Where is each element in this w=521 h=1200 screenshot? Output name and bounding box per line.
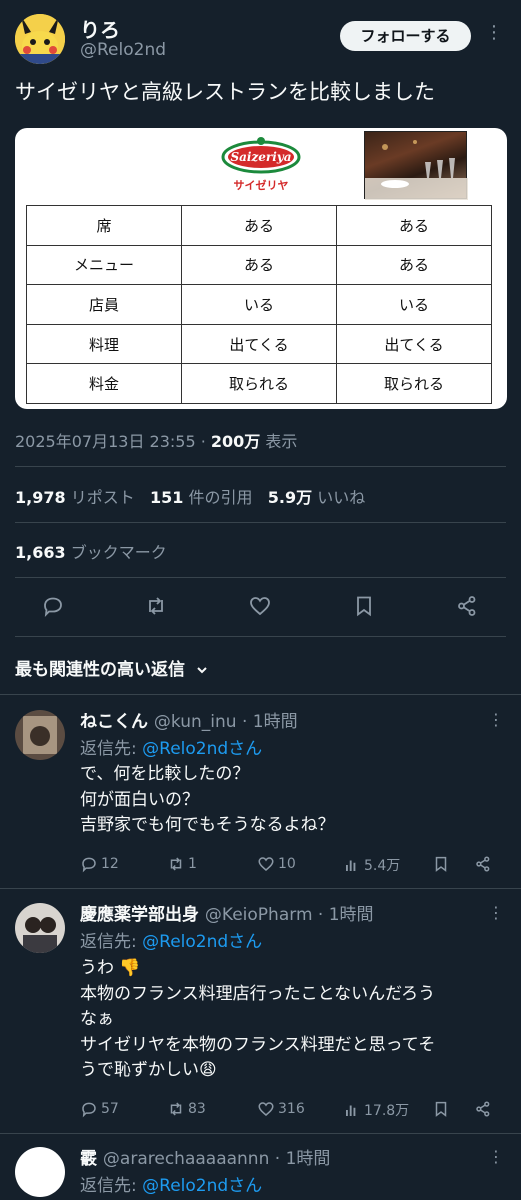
table-row: 席ある ある <box>26 205 492 246</box>
divider <box>0 1133 521 1134</box>
table-cell: いる <box>336 284 492 325</box>
reply-author[interactable]: ねこくん @kun_inu · 1時間 <box>80 707 298 732</box>
bookmark-icon[interactable] <box>432 855 450 873</box>
share-icon[interactable] <box>455 594 479 618</box>
reply-icon[interactable] <box>41 594 65 618</box>
view-count: 200万 <box>210 432 261 451</box>
divider <box>15 577 506 578</box>
like-count[interactable]: 10 <box>257 855 296 873</box>
bookmark-icon[interactable] <box>432 1100 450 1118</box>
reposts-stat[interactable]: 1,978 リポスト <box>15 488 135 507</box>
more-options-icon[interactable]: ⋮ <box>488 903 504 922</box>
repost-count[interactable]: 1 <box>167 855 197 873</box>
divider <box>15 636 506 637</box>
restaurant-photo <box>364 131 468 200</box>
author-name[interactable]: りろ <box>80 14 120 43</box>
reply-count[interactable]: 12 <box>80 855 119 873</box>
reply-to: 返信先: @Relo2ndさん <box>80 1176 263 1196</box>
table-cell: 料金 <box>26 363 182 404</box>
divider <box>15 522 506 523</box>
reply-to: 返信先: @Relo2ndさん <box>80 932 263 952</box>
table-row: 料金 取られる 取られる <box>26 363 492 404</box>
reply-to: 返信先: @Relo2ndさん <box>80 739 263 759</box>
more-options-icon[interactable]: ⋮ <box>488 710 504 729</box>
saizeriya-logo: Saizeriya サイゼリヤ <box>221 137 301 192</box>
tweet-datetime[interactable]: 2025年07月13日 23:55 <box>15 432 196 451</box>
like-icon <box>258 1102 274 1116</box>
view-label: 表示 <box>265 432 298 451</box>
tweet-meta: 2025年07月13日 23:55 · 200万 表示 <box>15 432 298 451</box>
likes-stat[interactable]: 5.9万 いいね <box>268 488 365 507</box>
table-cell: 料理 <box>26 323 182 365</box>
like-icon <box>258 857 274 871</box>
bookmarks-stat[interactable]: 1,663 ブックマーク <box>15 539 167 563</box>
repost-icon <box>170 857 182 871</box>
views-icon <box>346 1105 356 1116</box>
table-cell: 店員 <box>26 284 182 325</box>
comparison-table: 席ある ある メニュー ある ある 店員 いる いる 料理 出てくる 出てくる 料金 取られる 取られる <box>26 205 492 404</box>
table-row: メニュー ある ある <box>26 244 492 286</box>
table-cell: 出てくる <box>181 323 337 365</box>
views-icon <box>346 860 356 871</box>
reply-count[interactable]: 57 <box>80 1100 119 1118</box>
table-cell: 出てくる <box>336 323 492 365</box>
divider <box>0 888 521 889</box>
like-count[interactable]: 316 <box>257 1100 305 1118</box>
reply-icon <box>82 1102 96 1118</box>
like-icon[interactable] <box>248 594 272 618</box>
repost-icon[interactable] <box>144 594 168 618</box>
bookmark-icon[interactable] <box>352 594 376 618</box>
follow-button[interactable]: フォローする <box>340 21 471 51</box>
repost-count[interactable]: 83 <box>167 1100 206 1118</box>
tweet-text: サイゼリヤと高級レストランを比較しました <box>15 80 435 104</box>
reply-text: で、何を比較したの？ 何が面白いの？ 吉野家でも何でもそうなるよね？ <box>80 764 335 835</box>
reply-avatar[interactable] <box>15 1147 65 1197</box>
table-cell: ある <box>336 205 492 246</box>
repost-icon <box>170 1102 182 1116</box>
reply-avatar[interactable] <box>15 710 65 760</box>
table-cell: 席 <box>26 205 182 246</box>
view-count[interactable]: 17.8万 <box>343 1100 409 1120</box>
author-handle[interactable]: @Relo2nd <box>80 40 166 60</box>
more-options-icon[interactable]: ⋮ <box>485 22 503 43</box>
view-count[interactable]: 5.4万 <box>343 855 400 875</box>
table-row: 店員 いる いる <box>26 284 492 325</box>
table-row: 料理 出てくる 出てくる <box>26 323 492 365</box>
tweet-image[interactable]: Saizeriya サイゼリヤ 席ある ある メニュー ある ある 店員 いる いる 料理 出てく… <box>15 128 507 409</box>
quotes-stat[interactable]: 151 件の引用 <box>150 488 253 507</box>
more-options-icon[interactable]: ⋮ <box>488 1147 504 1166</box>
reply-text: うわ 👎 本物のフランス料理店行ったことないんだろう なぁ サイゼリヤを本物のフ… <box>80 958 436 1080</box>
table-cell: いる <box>181 284 337 325</box>
svg-text:サイゼリヤ: サイゼリヤ <box>234 178 289 192</box>
reply-avatar[interactable] <box>15 903 65 953</box>
divider <box>0 694 521 695</box>
table-cell: ある <box>181 205 337 246</box>
svg-text:Saizeriya: Saizeriya <box>230 150 291 164</box>
reply-icon <box>82 857 96 873</box>
table-cell: 取られる <box>336 363 492 404</box>
chevron-down-icon <box>197 667 207 674</box>
table-cell: 取られる <box>181 363 337 404</box>
engagement-stats: 1,978 リポスト 151 件の引用 5.9万 いいね <box>15 484 365 508</box>
table-cell: メニュー <box>26 244 182 286</box>
reply-author[interactable]: 慶應薬学部出身 @KeioPharm · 1時間 <box>80 900 374 925</box>
author-avatar[interactable] <box>15 14 65 64</box>
table-cell: ある <box>181 244 337 286</box>
reply-author[interactable]: 霰 @ararechaaaaannn · 1時間 <box>80 1144 330 1169</box>
share-icon[interactable] <box>474 855 492 873</box>
divider <box>15 466 506 467</box>
table-cell: ある <box>336 244 492 286</box>
reply-sort-dropdown[interactable]: 最も関連性の高い返信 <box>15 655 209 680</box>
share-icon[interactable] <box>474 1100 492 1118</box>
